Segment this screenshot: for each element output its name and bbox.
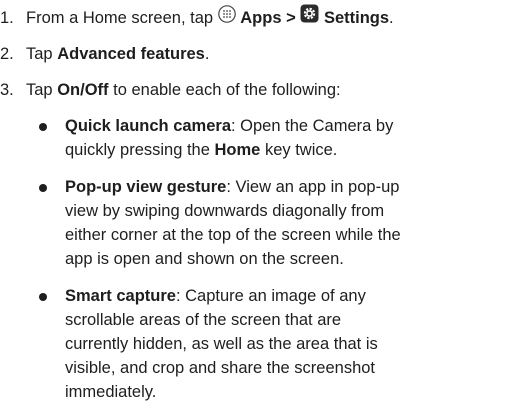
step-text: From a Home screen, tap Apps > Settings.: [26, 4, 394, 31]
settings-gear-icon: [300, 4, 319, 29]
step-3: 3. Tap On/Off to enable each of the foll…: [0, 79, 341, 101]
step-number: 2.: [0, 45, 14, 63]
bullet-title: Pop-up view gesture: [65, 178, 227, 196]
bullet-dot-icon: [39, 293, 47, 301]
step-2: 2. Tap Advanced features.: [0, 43, 209, 65]
bullet-dot-icon: [39, 184, 47, 192]
bullet-title: Smart capture: [65, 287, 176, 305]
bullet-dot-icon: [39, 123, 47, 131]
step-number: 3.: [0, 81, 14, 99]
bullet-quick-launch-camera: Quick launch camera: Open the Camera by …: [39, 114, 509, 162]
step-text: Tap On/Off to enable each of the followi…: [26, 81, 341, 99]
instructions-page: 1. From a Home screen, tap Apps > Settin…: [0, 0, 513, 411]
step-text: Tap Advanced features.: [26, 45, 210, 63]
bullet-pop-up-view-gesture: Pop-up view gesture: View an app in pop-…: [39, 175, 509, 271]
bullet-smart-capture: Smart capture: Capture an image of any s…: [39, 284, 509, 404]
step-1: 1. From a Home screen, tap Apps > Settin…: [0, 4, 394, 31]
bullet-text: Quick launch camera: Open the Camera by …: [65, 117, 394, 159]
settings-label: Settings: [323, 8, 390, 27]
bullet-text: Smart capture: Capture an image of any s…: [65, 287, 378, 401]
path-separator: >: [286, 8, 296, 27]
home-key-label: Home: [214, 141, 261, 159]
apps-grid-icon: [217, 4, 236, 29]
on-off-label: On/Off: [57, 81, 109, 99]
bullet-title: Quick launch camera: [65, 117, 231, 135]
step-number: 1.: [0, 8, 14, 27]
bullet-text: Pop-up view gesture: View an app in pop-…: [65, 178, 401, 268]
advanced-features-label: Advanced features: [57, 45, 205, 63]
apps-label: Apps: [240, 8, 282, 27]
